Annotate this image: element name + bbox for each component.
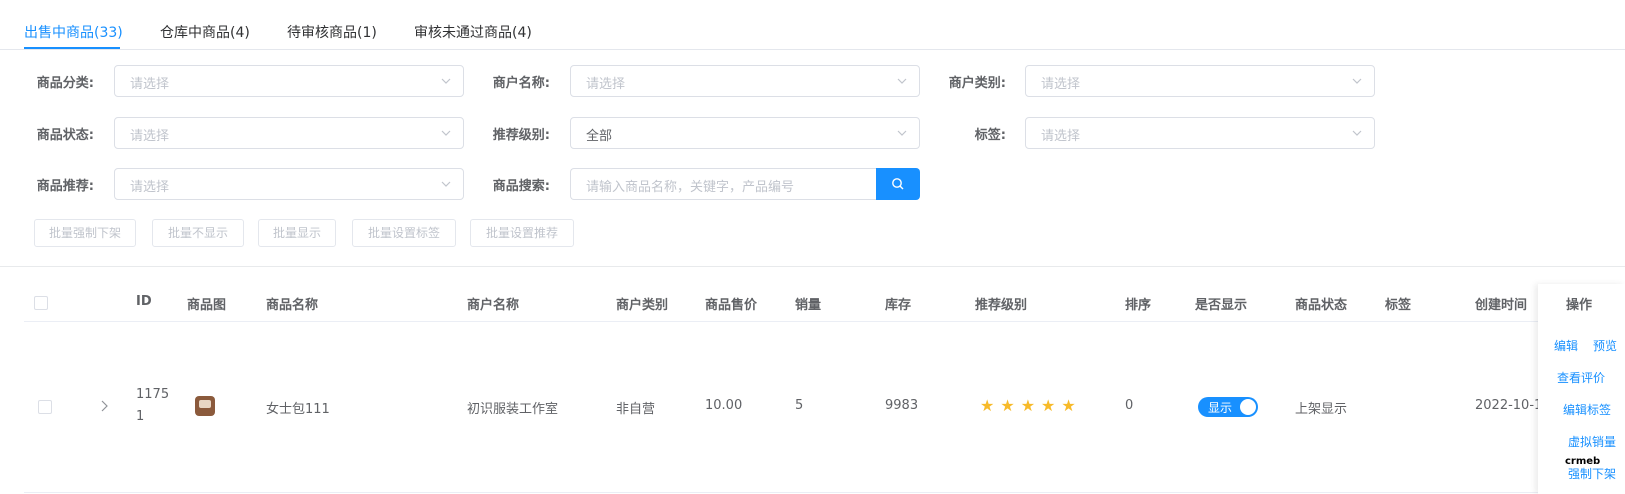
view-reviews-link[interactable]: 查看评价 <box>1557 369 1605 386</box>
row-status: 上架显示 <box>1295 402 1348 417</box>
chevron-down-icon <box>1352 130 1362 136</box>
row-id-line2: 1 <box>136 409 145 424</box>
col-sort: 排序 <box>1125 298 1152 313</box>
crmeb-logo: crmeb <box>1565 456 1601 467</box>
batch-set-tag-button[interactable]: 批量设置标签 <box>352 219 456 247</box>
star-icon: ★ <box>980 396 995 415</box>
section-divider <box>0 266 1625 267</box>
merchant-name-select[interactable]: 请选择 <box>570 65 920 97</box>
force-off-link[interactable]: 强制下架 <box>1568 465 1616 482</box>
batch-set-recommend-button[interactable]: 批量设置推荐 <box>470 219 574 247</box>
row-divider <box>24 492 1625 493</box>
tag-placeholder: 请选择 <box>1041 129 1081 144</box>
star-icon: ★ <box>1061 396 1076 415</box>
merchant-type-label: 商户类别: <box>948 76 1006 91</box>
edit-tag-link[interactable]: 编辑标签 <box>1563 401 1611 418</box>
show-toggle[interactable]: 显示 <box>1198 397 1258 417</box>
status-placeholder: 请选择 <box>130 129 170 144</box>
recommend-stars: ★ ★ ★ ★ ★ <box>980 398 1082 415</box>
col-created: 创建时间 <box>1475 298 1528 313</box>
recommend-level-label: 推荐级别: <box>492 128 550 143</box>
chevron-down-icon <box>897 130 907 136</box>
col-tag: 标签 <box>1385 298 1412 313</box>
row-sort: 0 <box>1125 398 1134 413</box>
tab-warehouse[interactable]: 仓库中商品(4) <box>160 22 250 42</box>
tab-pending-review[interactable]: 待审核商品(1) <box>287 22 377 42</box>
status-select[interactable]: 请选择 <box>114 117 464 149</box>
recommend-placeholder: 请选择 <box>130 180 170 195</box>
row-price: 10.00 <box>705 398 743 413</box>
search-placeholder: 请输入商品名称，关键字，产品编号 <box>586 180 795 195</box>
active-tab-indicator <box>24 47 120 49</box>
tag-label: 标签: <box>974 128 1006 143</box>
category-select[interactable]: 请选择 <box>114 65 464 97</box>
row-checkbox[interactable] <box>38 400 52 414</box>
merchant-name-placeholder: 请选择 <box>586 77 626 92</box>
col-price: 商品售价 <box>705 298 758 313</box>
search-icon <box>892 178 904 190</box>
search-input[interactable]: 请输入商品名称，关键字，产品编号 <box>570 168 876 200</box>
batch-hide-button[interactable]: 批量不显示 <box>152 219 244 247</box>
chevron-down-icon <box>441 181 451 187</box>
tab-on-sale[interactable]: 出售中商品(33) <box>24 22 123 42</box>
row-sales: 5 <box>795 398 804 413</box>
col-id: ID <box>136 294 152 309</box>
status-tabs: 出售中商品(33) 仓库中商品(4) 待审核商品(1) 审核未通过商品(4) <box>0 0 1625 50</box>
col-name: 商品名称 <box>266 298 319 313</box>
merchant-name-label: 商户名称: <box>492 76 550 91</box>
batch-show-button[interactable]: 批量显示 <box>258 219 336 247</box>
row-merchant: 初识服装工作室 <box>467 402 559 417</box>
search-button[interactable] <box>876 168 920 200</box>
chevron-down-icon <box>441 130 451 136</box>
chevron-down-icon <box>441 78 451 84</box>
category-label: 商品分类: <box>36 76 94 91</box>
product-thumbnail[interactable] <box>195 396 215 416</box>
star-icon: ★ <box>1020 396 1036 415</box>
batch-force-off-button[interactable]: 批量强制下架 <box>34 219 136 247</box>
recommend-select[interactable]: 请选择 <box>114 168 464 200</box>
col-sales: 销量 <box>795 298 822 313</box>
merchant-type-placeholder: 请选择 <box>1041 77 1081 92</box>
preview-link[interactable]: 预览 <box>1593 337 1617 354</box>
table-header: ID 商品图 商品名称 商户名称 商户类别 商品售价 销量 库存 推荐级别 排序… <box>24 284 1625 322</box>
merchant-type-select[interactable]: 请选择 <box>1025 65 1375 97</box>
col-status: 商品状态 <box>1295 298 1348 313</box>
virtual-sales-link[interactable]: 虚拟销量 <box>1568 433 1616 450</box>
row-merchant-type: 非自营 <box>616 402 656 417</box>
tab-review-failed[interactable]: 审核未通过商品(4) <box>414 22 532 42</box>
col-ops: 操作 <box>1566 298 1593 313</box>
col-merchant: 商户名称 <box>467 298 520 313</box>
recommend-level-select[interactable]: 全部 <box>570 117 920 149</box>
toggle-knob <box>1240 399 1256 415</box>
col-image: 商品图 <box>187 298 227 313</box>
show-toggle-label: 显示 <box>1208 401 1233 415</box>
star-icon: ★ <box>1041 396 1056 415</box>
chevron-down-icon <box>897 78 907 84</box>
col-recommend-level: 推荐级别 <box>975 298 1028 313</box>
edit-link[interactable]: 编辑 <box>1554 337 1578 354</box>
star-icon: ★ <box>1000 396 1015 415</box>
row-stock: 9983 <box>885 398 919 413</box>
category-placeholder: 请选择 <box>130 77 170 92</box>
status-label: 商品状态: <box>36 128 94 143</box>
search-label: 商品搜索: <box>492 179 550 194</box>
row-created: 2022-10-1 <box>1475 398 1543 413</box>
chevron-right-icon[interactable] <box>99 400 109 412</box>
row-name: 女士包111 <box>266 402 330 417</box>
col-stock: 库存 <box>885 298 912 313</box>
search-group: 请输入商品名称，关键字，产品编号 <box>570 168 920 200</box>
row-id-line1: 1175 <box>136 387 170 402</box>
recommend-label: 商品推荐: <box>36 179 94 194</box>
chevron-down-icon <box>1352 78 1362 84</box>
col-merchant-type: 商户类别 <box>616 298 669 313</box>
recommend-level-value: 全部 <box>586 129 613 144</box>
col-show: 是否显示 <box>1195 298 1248 313</box>
select-all-checkbox[interactable] <box>34 296 48 310</box>
tag-select[interactable]: 请选择 <box>1025 117 1375 149</box>
